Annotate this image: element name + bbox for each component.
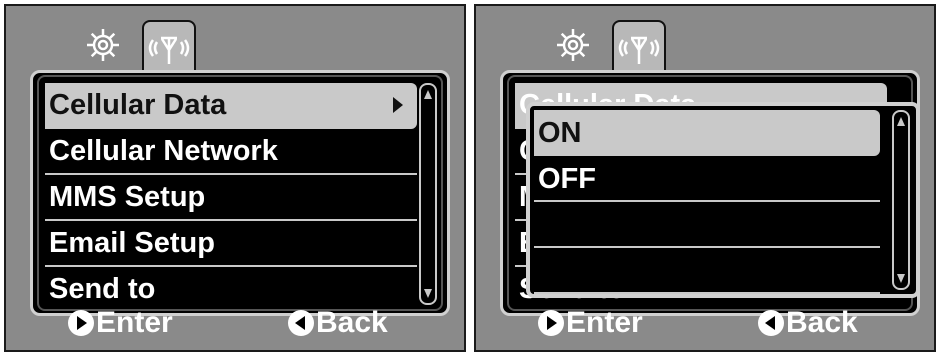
option-label: OFF bbox=[538, 163, 596, 195]
enter-button[interactable]: Enter bbox=[68, 306, 173, 340]
option-list: ON OFF bbox=[534, 110, 880, 294]
menu-item-label: MMS Setup bbox=[49, 181, 206, 213]
left-arrow-circle-icon bbox=[758, 310, 784, 336]
option-popup: ON OFF bbox=[526, 102, 920, 298]
menu-item-cellular-network[interactable]: Cellular Network bbox=[45, 129, 417, 175]
back-label: Back bbox=[786, 306, 858, 339]
option-off[interactable]: OFF bbox=[534, 156, 880, 202]
enter-button[interactable]: Enter bbox=[538, 306, 643, 340]
option-empty[interactable] bbox=[534, 248, 880, 294]
scroll-up-icon[interactable] bbox=[897, 117, 905, 126]
footer: Enter Back bbox=[476, 306, 934, 342]
enter-label: Enter bbox=[566, 306, 643, 339]
left-arrow-circle-icon bbox=[288, 310, 314, 336]
submenu-arrow-icon bbox=[393, 97, 403, 113]
menu-item-mms-setup[interactable]: MMS Setup bbox=[45, 175, 417, 221]
right-arrow-circle-icon bbox=[68, 310, 94, 336]
footer: Enter Back bbox=[6, 306, 464, 342]
option-on[interactable]: ON bbox=[534, 110, 880, 156]
menu-item-cellular-data[interactable]: Cellular Data bbox=[45, 83, 417, 129]
back-button[interactable]: Back bbox=[758, 306, 858, 340]
camera-menu-screen-left: Cellular Data Cellular Network MMS Setup… bbox=[4, 4, 466, 352]
scroll-down-icon[interactable] bbox=[897, 274, 905, 283]
menu-item-label: Cellular Data bbox=[49, 89, 227, 121]
back-label: Back bbox=[316, 306, 388, 339]
menu-panel: Cellular Data Cellular Network MMS Setup… bbox=[30, 70, 450, 316]
menu-item-label: Cellular Network bbox=[49, 135, 278, 167]
gear-icon bbox=[87, 29, 119, 61]
tab-settings[interactable] bbox=[76, 20, 130, 70]
scrollbar[interactable] bbox=[419, 83, 437, 305]
menu-list: Cellular Data Cellular Network MMS Setup… bbox=[45, 83, 417, 313]
back-button[interactable]: Back bbox=[288, 306, 388, 340]
option-label: ON bbox=[538, 117, 582, 149]
option-empty[interactable] bbox=[534, 202, 880, 248]
scroll-up-icon[interactable] bbox=[424, 90, 432, 99]
right-arrow-circle-icon bbox=[538, 310, 564, 336]
tab-settings[interactable] bbox=[546, 20, 600, 70]
antenna-icon bbox=[148, 36, 190, 64]
enter-label: Enter bbox=[96, 306, 173, 339]
camera-menu-screen-right: Cellular Data Cellular Network MMS Setup… bbox=[474, 4, 936, 352]
menu-item-label: Email Setup bbox=[49, 227, 215, 259]
scroll-down-icon[interactable] bbox=[424, 289, 432, 298]
gear-icon bbox=[557, 29, 589, 61]
scrollbar[interactable] bbox=[892, 110, 910, 290]
menu-item-email-setup[interactable]: Email Setup bbox=[45, 221, 417, 267]
antenna-icon bbox=[618, 36, 660, 64]
menu-item-label: Send to bbox=[49, 273, 156, 305]
